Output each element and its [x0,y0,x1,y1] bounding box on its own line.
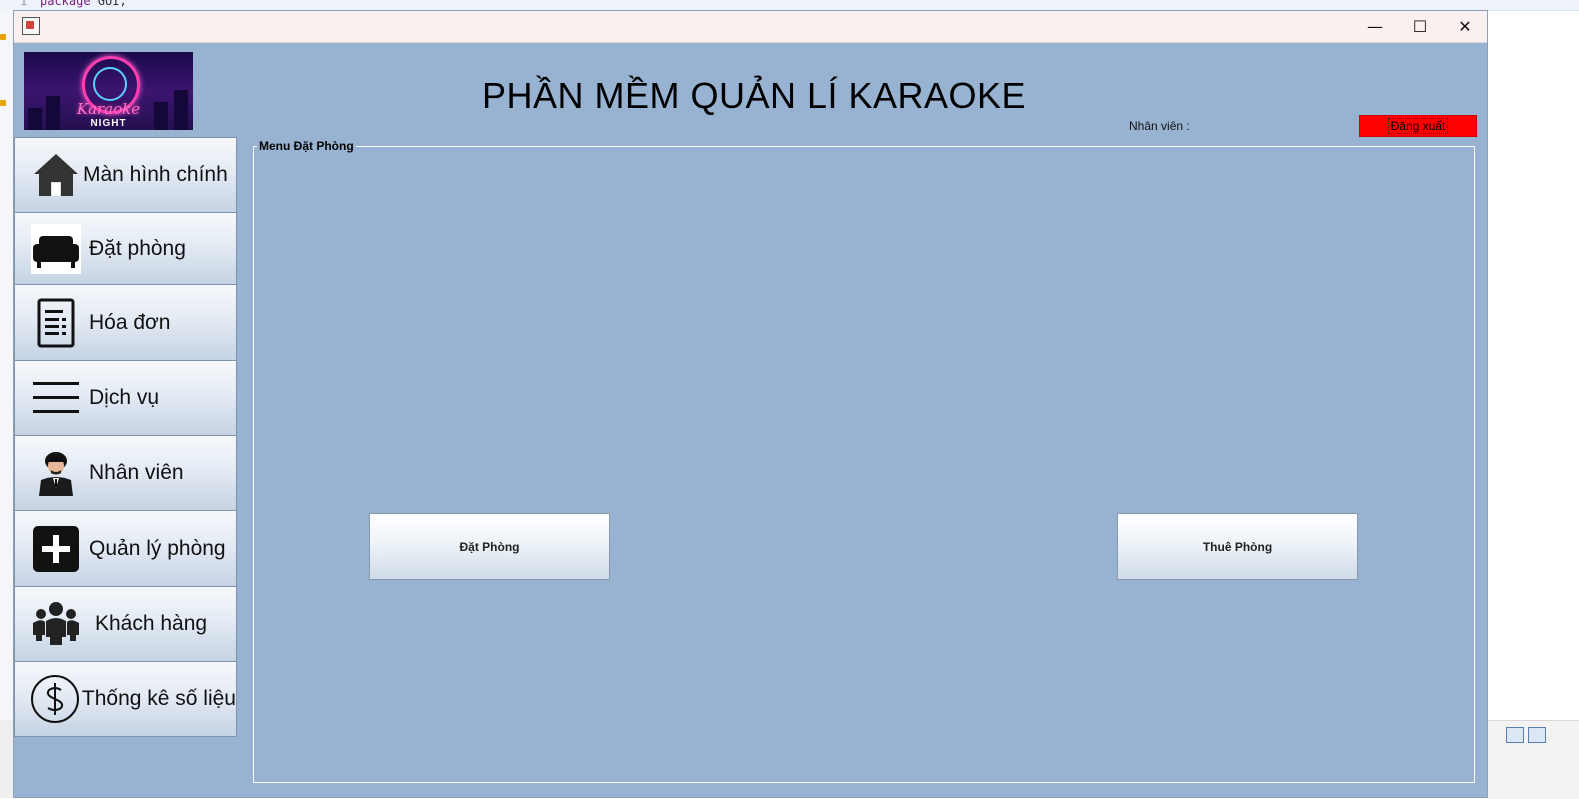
booking-menu-panel: Menu Đặt Phòng Đặt Phòng Thuê Phòng [253,139,1475,783]
sidebar: Màn hình chính Đặt phòng Hóa đơn Dịch vụ [14,137,238,737]
rent-room-button[interactable]: Thuê Phòng [1117,513,1358,580]
sidebar-item-label: Đặt phòng [89,236,186,260]
sidebar-item-label: Nhân viên [89,461,184,484]
menu-lines-icon [29,371,83,425]
title-bar[interactable]: — ☐ ✕ [14,11,1487,43]
java-app-icon [22,17,40,35]
sofa-icon [29,222,83,276]
ide-console-icon[interactable] [1506,727,1524,743]
ide-gutter [0,10,13,798]
home-icon [29,148,83,202]
maximize-button[interactable]: ☐ [1397,11,1443,42]
warning-marker-icon [0,34,6,40]
dollar-circle-icon [29,672,82,726]
close-button[interactable]: ✕ [1442,11,1487,42]
page-title: PHẦN MỀM QUẢN LÍ KARAOKE [481,75,1027,116]
sidebar-item-label: Màn hình chính [83,163,228,186]
logout-label: Đăng xuất [1387,118,1449,134]
ide-line-number: 1 [20,0,28,8]
logo-text-main: Karaoke [76,100,141,118]
ide-clear-icon[interactable] [1528,727,1546,743]
sidebar-item-services[interactable]: Dịch vụ [14,360,237,436]
ide-bottom-left-fragment [0,720,13,798]
sidebar-item-home[interactable]: Màn hình chính [14,137,237,213]
sidebar-item-customers[interactable]: Khách hàng [14,586,237,662]
invoice-icon [29,296,83,350]
sidebar-item-room-management[interactable]: Quản lý phòng [14,510,237,587]
sidebar-item-label: Dịch vụ [89,386,160,409]
warning-marker-icon [0,100,6,106]
ide-code-line: package GUI; [40,0,127,8]
sidebar-item-label: Hóa đơn [89,310,171,334]
logout-button[interactable]: Đăng xuất [1359,115,1477,137]
group-people-icon [29,597,83,651]
logo-text-sub: NIGHT [90,118,127,129]
sidebar-item-statistics[interactable]: Thống kê số liệu [14,661,237,737]
minimize-button[interactable]: — [1352,11,1398,42]
app-window: — ☐ ✕ Karaoke NIGHT PHẦN MỀM QUẢN LÍ KAR… [13,10,1488,798]
ide-toolbar-fragment [1488,720,1579,799]
sidebar-item-booking[interactable]: Đặt phòng [14,212,237,285]
ide-code-rest: GUI; [90,0,127,8]
staff-person-icon [29,446,83,500]
sidebar-item-label: Khách hàng [95,612,208,635]
staff-label: Nhân viên : [1129,119,1190,133]
book-room-button[interactable]: Đặt Phòng [369,513,610,580]
sidebar-item-label: Thống kê số liệu [81,687,236,710]
panel-title: Menu Đặt Phòng [257,139,356,153]
karaoke-logo: Karaoke NIGHT [24,52,193,130]
sidebar-item-label: Quản lý phòng [89,536,226,560]
sidebar-item-staff[interactable]: Nhân viên [14,435,237,511]
sidebar-item-invoice[interactable]: Hóa đơn [14,284,237,361]
plus-square-icon [29,522,83,576]
ide-code-keyword: package [40,0,91,8]
